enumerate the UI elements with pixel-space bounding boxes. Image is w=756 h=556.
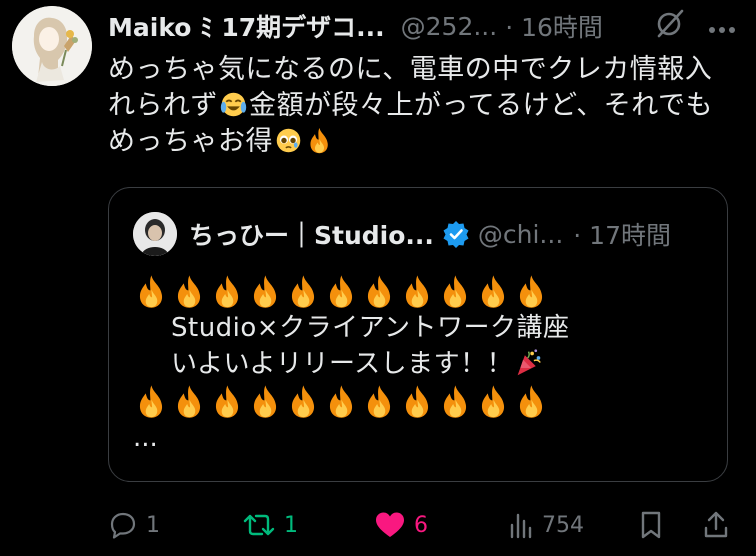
quoted-author-avatar[interactable] (133, 212, 177, 256)
fire-emoji-icon (305, 126, 334, 155)
bookmark-button[interactable] (638, 505, 664, 545)
like-button[interactable]: 6 (374, 505, 428, 545)
party-popper-emoji-icon (517, 349, 542, 376)
reply-button[interactable]: 1 (108, 505, 160, 545)
quoted-post-text: Studio×クライアントワーク講座 いよいよリリースします！！ ... (133, 272, 713, 456)
fire-emoji-row (133, 382, 713, 420)
fire-emoji-icon (323, 383, 360, 420)
fire-emoji-icon (513, 273, 550, 310)
fire-emoji-icon (285, 383, 322, 420)
fire-emoji-icon (399, 383, 436, 420)
quoted-line-1: Studio×クライアントワーク講座 (171, 313, 570, 343)
fire-emoji-row (133, 272, 713, 310)
fire-emoji-icon (475, 273, 512, 310)
post-header: Maiko ﾐ 17期デザコ... @252... · 16時間 (108, 7, 736, 45)
quoted-post-header: ちっひー｜Studio... @chi... · 17時間 (133, 212, 707, 256)
repost-button[interactable]: 1 (242, 505, 298, 545)
heart-icon (376, 512, 404, 537)
like-count: 6 (414, 512, 428, 538)
fire-emoji-icon (209, 383, 246, 420)
fire-emoji-icon (247, 273, 284, 310)
quoted-line-2: いよいよリリースします！！ (133, 346, 713, 382)
fire-emoji-icon (437, 273, 474, 310)
more-options-icon[interactable] (708, 12, 736, 41)
views-button[interactable]: 754 (508, 505, 584, 545)
post-action-bar: 1 1 6 754 (108, 505, 744, 545)
repost-count: 1 (284, 512, 298, 538)
quoted-ellipsis: ... (133, 423, 158, 453)
bookmark-icon (641, 511, 661, 539)
grok-icon[interactable] (654, 7, 686, 45)
fire-emoji-icon (513, 383, 550, 420)
fire-emoji-icon (247, 383, 284, 420)
fire-emoji-icon (133, 273, 170, 310)
fire-emoji-icon (475, 383, 512, 420)
author-handle[interactable]: @252... (401, 12, 498, 41)
share-button[interactable] (702, 505, 730, 545)
fire-emoji-icon (399, 273, 436, 310)
repost-icon (243, 514, 275, 536)
quoted-post-time[interactable]: · 17時間 (573, 216, 671, 252)
tears-of-joy-emoji-icon (220, 92, 247, 117)
quoted-author-handle[interactable]: @chi... (478, 220, 563, 249)
fire-emoji-icon (437, 383, 474, 420)
fire-emoji-icon (133, 383, 170, 420)
post-text: めっちゃ気になるのに、電車の中でクレカ情報入れられず 金額が段々上がってるけど、そ… (108, 52, 738, 160)
quoted-author-name[interactable]: ちっひー｜Studio... (189, 216, 434, 252)
fire-emoji-icon (323, 273, 360, 310)
fire-emoji-icon (285, 273, 322, 310)
fire-emoji-icon (209, 273, 246, 310)
fire-emoji-icon (171, 383, 208, 420)
reply-count: 1 (146, 512, 160, 538)
verified-badge-icon (443, 221, 469, 248)
views-chart-icon (510, 513, 532, 539)
author-avatar[interactable] (12, 6, 92, 86)
view-count: 754 (542, 512, 584, 538)
quoted-line-2-text: いよいよリリースします！！ (171, 349, 514, 379)
fire-emoji-icon (361, 273, 398, 310)
fire-emoji-icon (171, 273, 208, 310)
fire-emoji-icon (361, 383, 398, 420)
pleading-face-emoji-icon (276, 128, 301, 153)
quoted-post-card[interactable]: ちっひー｜Studio... @chi... · 17時間 Studio×クライ… (108, 187, 728, 482)
share-icon (704, 511, 728, 538)
author-name[interactable]: Maiko ﾐ 17期デザコ... (108, 8, 385, 44)
reply-icon (110, 512, 136, 539)
post-time[interactable]: · 16時間 (505, 8, 603, 44)
